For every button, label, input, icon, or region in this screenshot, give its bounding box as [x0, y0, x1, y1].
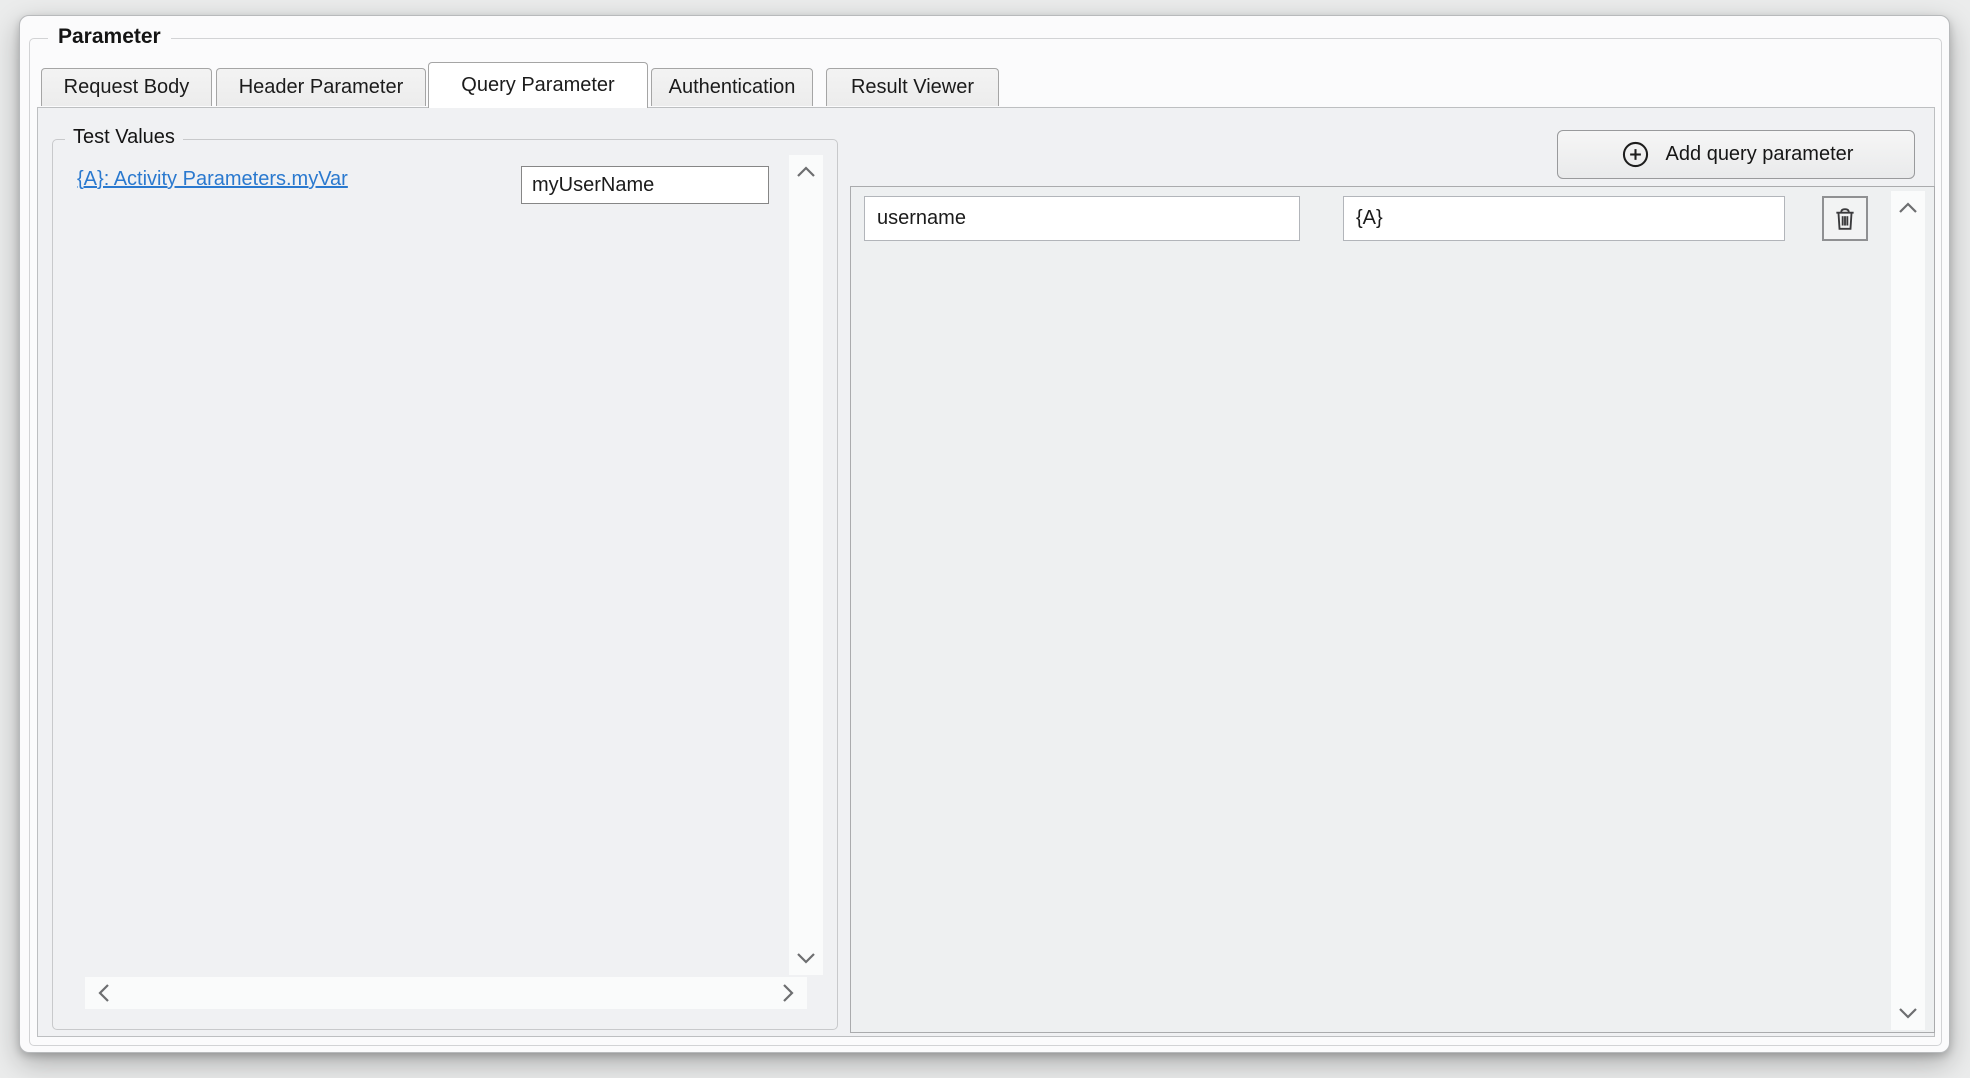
test-values-groupbox: Test Values {A}: Activity Parameters.myV… — [52, 139, 838, 1030]
query-parameter-tab-panel: Test Values {A}: Activity Parameters.myV… — [37, 107, 1935, 1037]
chevron-up-icon[interactable] — [1897, 197, 1919, 219]
delete-parameter-button[interactable] — [1822, 196, 1868, 241]
tab-request-body[interactable]: Request Body — [41, 68, 212, 106]
add-query-parameter-button[interactable]: Add query parameter — [1557, 130, 1915, 179]
trash-icon — [1831, 205, 1859, 233]
parameter-group-label: Parameter — [48, 25, 171, 49]
tab-header-parameter[interactable]: Header Parameter — [216, 68, 426, 106]
parameter-window: Parameter Request Body Header Parameter … — [19, 15, 1950, 1053]
parameter-list-vertical-scrollbar[interactable] — [1891, 191, 1925, 1030]
tab-result-viewer[interactable]: Result Viewer — [826, 68, 999, 106]
activity-parameter-link[interactable]: {A}: Activity Parameters.myVar — [77, 168, 348, 191]
query-parameter-list — [850, 186, 1935, 1033]
add-query-parameter-label: Add query parameter — [1666, 143, 1854, 166]
chevron-left-icon[interactable] — [93, 982, 115, 1004]
parameter-name-input[interactable] — [864, 196, 1300, 241]
chevron-up-icon[interactable] — [795, 161, 817, 183]
parameter-value-input[interactable] — [1343, 196, 1785, 241]
tab-query-parameter[interactable]: Query Parameter — [428, 62, 648, 108]
tab-label: Query Parameter — [461, 74, 614, 97]
tab-label: Authentication — [669, 76, 796, 99]
test-values-group-label: Test Values — [65, 126, 183, 149]
tab-label: Request Body — [64, 76, 190, 99]
chevron-down-icon[interactable] — [795, 947, 817, 969]
screen: Parameter Request Body Header Parameter … — [0, 0, 1970, 1078]
tab-label: Result Viewer — [851, 76, 974, 99]
tab-label: Header Parameter — [239, 76, 404, 99]
chevron-down-icon[interactable] — [1897, 1002, 1919, 1024]
test-values-vertical-scrollbar[interactable] — [789, 155, 823, 975]
chevron-right-icon[interactable] — [777, 982, 799, 1004]
test-value-input[interactable] — [521, 166, 769, 204]
test-values-horizontal-scrollbar[interactable] — [85, 977, 807, 1009]
plus-circle-icon — [1619, 138, 1652, 171]
tab-authentication[interactable]: Authentication — [651, 68, 813, 106]
